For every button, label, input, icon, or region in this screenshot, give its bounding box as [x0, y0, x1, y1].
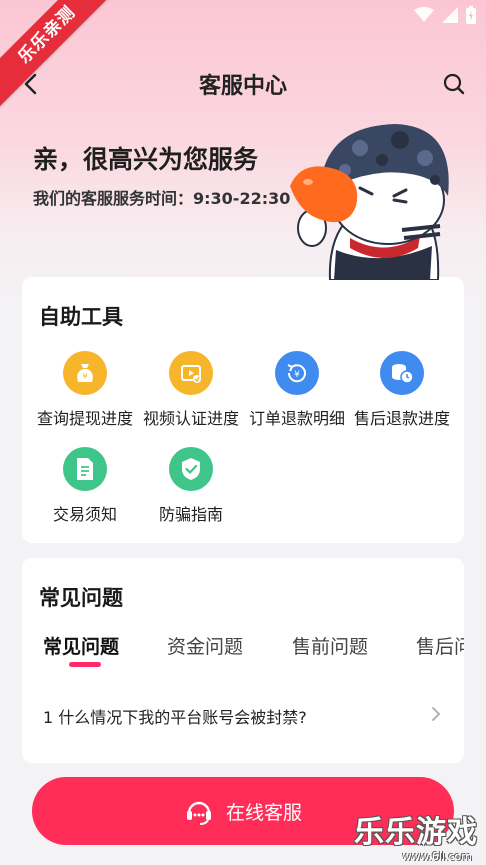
document-icon — [63, 447, 107, 491]
service-hours: 我们的客服服务时间：9:30-22:30 — [33, 189, 291, 208]
wifi-icon — [414, 7, 434, 22]
tool-video-verification[interactable]: 视频认证进度 — [138, 351, 244, 429]
active-tab-indicator — [69, 662, 101, 667]
refund-icon: ¥ — [275, 351, 319, 395]
tool-label: 售后退款进度 — [353, 409, 450, 428]
tool-after-sale-refund[interactable]: 售后退款进度 — [349, 351, 455, 429]
search-icon[interactable] — [442, 72, 466, 96]
watermark-url: www.6ll.com — [402, 850, 472, 863]
mascot-illustration — [290, 124, 449, 280]
greeting-text: 亲，很高兴为您服务 — [33, 145, 259, 174]
tool-trading-notice[interactable]: 交易须知 — [32, 447, 138, 525]
svg-text:¥: ¥ — [82, 372, 87, 381]
tool-label: 防骗指南 — [158, 505, 223, 524]
chevron-right-icon — [432, 707, 441, 721]
tools-title: 自助工具 — [39, 305, 123, 329]
tab-common[interactable]: 常见问题 — [43, 632, 119, 659]
coins-clock-icon — [380, 351, 424, 395]
page-title: 客服中心 — [198, 74, 287, 99]
tool-withdrawal-progress[interactable]: ¥ 查询提现进度 — [32, 351, 138, 429]
faq-title: 常见问题 — [39, 586, 123, 610]
battery-icon — [466, 6, 476, 24]
navigation-bar: 客服中心 — [0, 60, 486, 108]
watermark-brand: 乐乐游戏 — [354, 815, 478, 850]
status-bar — [414, 6, 476, 24]
headset-icon — [186, 801, 211, 825]
tool-label: 查询提现进度 — [36, 409, 133, 428]
faq-tabs: 常见问题 资金问题 售前问题 售后问 — [43, 632, 464, 672]
tool-label: 订单退款明细 — [248, 409, 345, 428]
tab-funds[interactable]: 资金问题 — [167, 632, 243, 659]
shield-check-icon — [169, 447, 213, 491]
tab-after-sale[interactable]: 售后问 — [416, 632, 464, 659]
tool-order-refund[interactable]: ¥ 订单退款明细 — [244, 351, 350, 429]
svg-text:¥: ¥ — [294, 370, 300, 380]
faq-card: 常见问题 常见问题 资金问题 售前问题 售后问 1 什么情况下我的平台账号会被封… — [22, 558, 464, 763]
tab-pre-sale[interactable]: 售前问题 — [292, 632, 368, 659]
money-bag-icon: ¥ — [63, 351, 107, 395]
signal-icon — [442, 7, 458, 23]
tool-anti-fraud-guide[interactable]: 防骗指南 — [138, 447, 244, 525]
self-service-tools-card: 自助工具 ¥ 查询提现进度 视频认证进度 ¥ 订单退款明细 售后退款进度 交易须… — [22, 277, 464, 543]
faq-question-item[interactable]: 1 什么情况下我的平台账号会被封禁? — [43, 704, 307, 728]
tool-label: 交易须知 — [52, 505, 117, 524]
online-service-label: 在线客服 — [225, 801, 302, 824]
video-verify-icon — [169, 351, 213, 395]
tool-label: 视频认证进度 — [142, 409, 239, 428]
